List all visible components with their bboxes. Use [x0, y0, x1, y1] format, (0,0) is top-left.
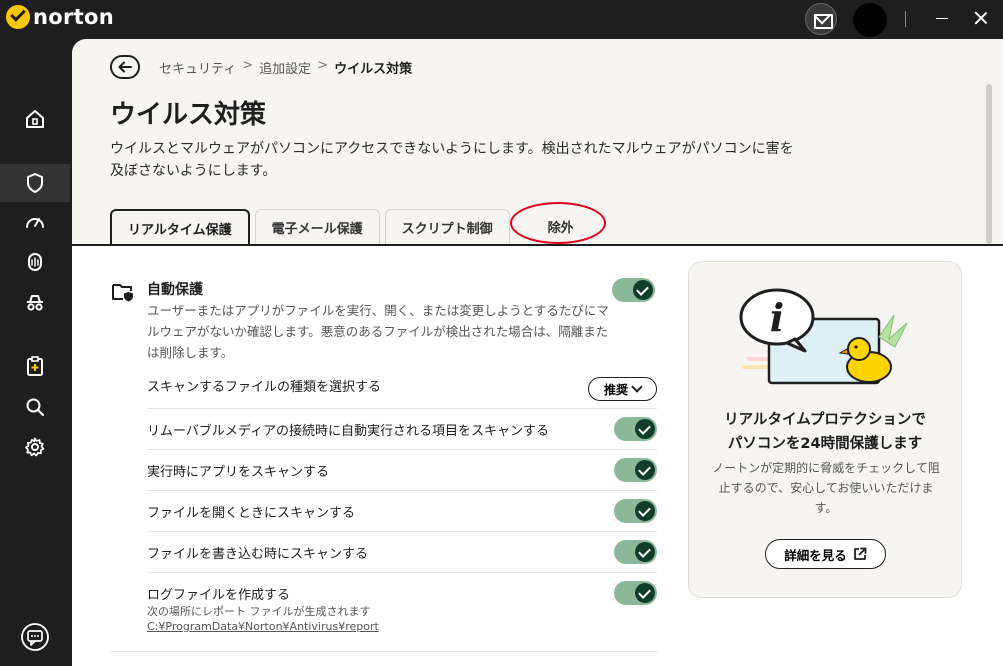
file-types-label: スキャンするファイルの種類を選択する	[147, 380, 382, 395]
sidebar-item-chat[interactable]	[0, 618, 70, 656]
tab-realtime-protection[interactable]: リアルタイム保護	[110, 209, 250, 245]
file-types-value: 推奨	[603, 382, 628, 397]
fingerprint-icon	[28, 253, 42, 271]
clipboard-plus-icon	[27, 356, 43, 376]
arrow-left-icon	[118, 61, 132, 73]
laptop-bird-illustration: i	[739, 288, 908, 385]
page-title: ウイルス対策	[110, 100, 267, 130]
norton-window: norton セキュリティ > 追加設定 > ウイルス対策 ウイルス対策 ウイル…	[0, 0, 1003, 666]
breadcrumb-additional-settings[interactable]: 追加設定	[259, 58, 311, 77]
auto-protect-description: ユーザーまたはアプリがファイルを実行、開く、または変更しようとするたびにマルウェ…	[147, 303, 609, 360]
gear-icon	[25, 437, 45, 457]
removable-media-label: リムーバブルメディアの接続時に自動実行される項目をスキャンする	[147, 424, 549, 439]
removable-media-toggle[interactable]	[614, 417, 657, 441]
setting-row-scan-on-write: ファイルを書き込む時にスキャンする	[147, 531, 657, 572]
setting-row-scan-on-run: 実行時にアプリをスキャンする	[147, 449, 657, 490]
page-description: ウイルスとマルウェアがパソコンにアクセスできないようにします。検出されたマルウェ…	[110, 141, 794, 179]
info-card-title-line2: パソコンを24時間保護します	[727, 436, 923, 452]
mail-icon[interactable]	[805, 3, 837, 35]
scrollbar[interactable]	[986, 84, 992, 244]
log-file-label: ログファイルを作成する	[147, 588, 291, 603]
scan-on-run-label: 実行時にアプリをスキャンする	[147, 465, 330, 480]
check-icon	[635, 542, 655, 562]
info-card-title-line1: リアルタイムプロテクションで	[724, 412, 926, 428]
chat-icon	[21, 623, 49, 651]
titlebar-divider	[905, 11, 906, 27]
breadcrumb-separator: >	[317, 58, 329, 73]
tab-exclusions-label: 除外	[547, 221, 574, 236]
breadcrumb-security[interactable]: セキュリティ	[159, 58, 236, 77]
setting-row-log-file: ログファイルを作成する 次の場所にレポート ファイルが生成されます C:¥Pro…	[147, 572, 657, 644]
home-icon	[26, 110, 44, 128]
gauge-icon	[26, 218, 44, 228]
tab-bar: リアルタイム保護 電子メール保護 スクリプト制御 除外	[110, 202, 607, 245]
external-link-icon	[853, 547, 867, 560]
norton-logo: norton	[6, 5, 114, 29]
scan-on-open-toggle[interactable]	[614, 499, 657, 523]
minimize-icon[interactable]	[936, 18, 948, 19]
log-file-sub: 次の場所にレポート ファイルが生成されます	[147, 605, 371, 618]
sidebar-item-performance[interactable]	[0, 203, 70, 241]
check-icon	[635, 419, 655, 439]
divider	[110, 651, 658, 652]
avatar[interactable]	[853, 3, 887, 37]
svg-text:i: i	[770, 295, 784, 340]
check-icon	[633, 280, 653, 300]
learn-more-label: 詳細を見る	[784, 547, 847, 563]
shield-icon	[27, 173, 43, 193]
folder-shield-icon	[112, 284, 133, 302]
norton-check-icon	[6, 5, 30, 29]
check-icon	[635, 501, 655, 521]
breadcrumb-current: ウイルス対策	[334, 62, 413, 77]
scan-on-write-label: ファイルを書き込む時にスキャンする	[147, 547, 369, 562]
learn-more-button[interactable]: 詳細を見る	[765, 539, 886, 569]
check-icon	[635, 460, 655, 480]
sidebar-item-security[interactable]	[0, 164, 70, 202]
tab-email-protection[interactable]: 電子メール保護	[254, 209, 380, 244]
incognito-icon	[27, 295, 43, 311]
sidebar-item-identity[interactable]	[0, 283, 70, 321]
check-icon	[635, 583, 655, 603]
title-bar: norton	[0, 0, 1003, 38]
scan-on-write-toggle[interactable]	[614, 540, 657, 564]
sidebar-item-add[interactable]	[0, 347, 70, 385]
setting-row-scan-on-open: ファイルを開くときにスキャンする	[147, 490, 657, 531]
file-types-dropdown[interactable]: 推奨	[588, 377, 657, 401]
scan-on-run-toggle[interactable]	[614, 458, 657, 482]
scan-on-open-label: ファイルを開くときにスキャンする	[147, 506, 356, 521]
tab-exclusions[interactable]: 除外	[509, 202, 607, 244]
info-card-title: リアルタイムプロテクションで パソコンを24時間保護します	[689, 408, 961, 456]
setting-row-removable-media: リムーバブルメディアの接続時に自動実行される項目をスキャンする	[147, 408, 657, 449]
log-file-path-link[interactable]: C:¥ProgramData¥Norton¥Antivirus¥report	[147, 620, 379, 633]
chevron-down-icon	[631, 381, 643, 393]
search-icon	[26, 398, 45, 417]
info-card: i リアルタイムプロテクションで パソコンを24時間保護します ノートンが定期的…	[688, 261, 962, 598]
auto-protect-toggle[interactable]	[612, 278, 655, 302]
main-panel: セキュリティ > 追加設定 > ウイルス対策 ウイルス対策 ウイルスとマルウェア…	[72, 39, 1003, 666]
brand-name: norton	[33, 5, 114, 29]
back-button[interactable]	[110, 55, 140, 79]
close-icon[interactable]	[968, 5, 994, 31]
sidebar-item-home[interactable]	[0, 100, 70, 138]
tab-script-control[interactable]: スクリプト制御	[384, 209, 510, 244]
realtime-protection-content: 自動保護 ユーザーまたはアプリがファイルを実行、開く、または変更しようとするたび…	[72, 246, 1003, 666]
breadcrumb: セキュリティ > 追加設定 > ウイルス対策	[159, 58, 412, 77]
log-file-toggle[interactable]	[614, 581, 657, 605]
auto-protect-title: 自動保護	[147, 282, 203, 298]
sidebar-item-settings[interactable]	[0, 428, 70, 466]
breadcrumb-separator: >	[242, 58, 254, 73]
sidebar-item-search[interactable]	[0, 388, 70, 426]
info-card-text: ノートンが定期的に脅威をチェックして阻止するので、安心してお使いいただけます。	[712, 461, 940, 515]
sidebar-item-privacy[interactable]	[0, 243, 70, 281]
sidebar	[0, 38, 70, 666]
